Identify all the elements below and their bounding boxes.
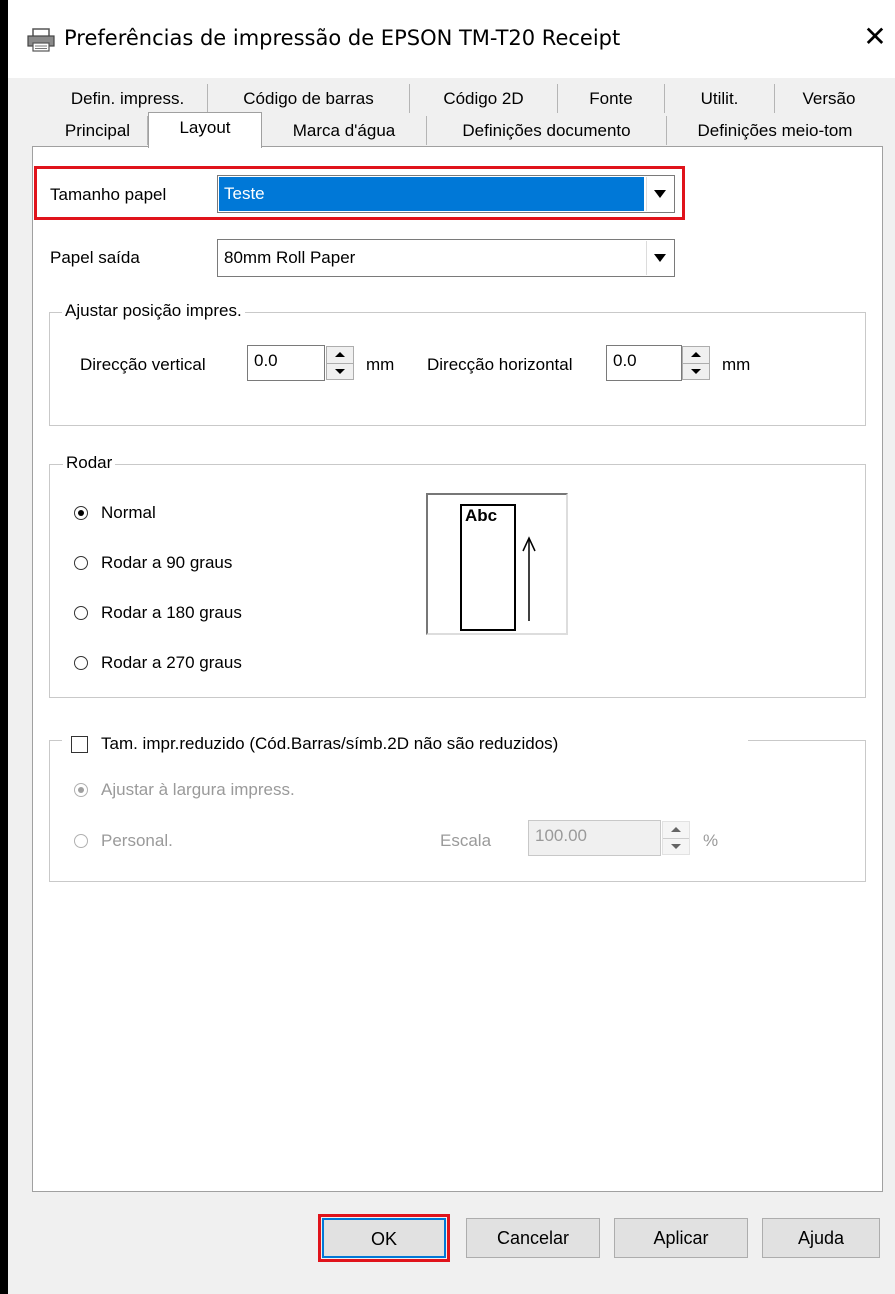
ok-button-highlight bbox=[318, 1214, 450, 1262]
apply-button[interactable]: Aplicar bbox=[614, 1218, 748, 1258]
radio-custom-label[interactable]: Personal. bbox=[101, 831, 173, 851]
horizontal-label: Direcção horizontal bbox=[427, 355, 573, 374]
scale-unit: % bbox=[703, 831, 719, 850]
radio-rotate-90-label[interactable]: Rodar a 90 graus bbox=[101, 553, 232, 573]
radio-fit-width[interactable] bbox=[74, 783, 88, 797]
tab-definicoes-meio-tom[interactable]: Definições meio-tom bbox=[667, 116, 883, 145]
rotation-preview: Abc bbox=[426, 493, 568, 635]
horizontal-unit: mm bbox=[722, 355, 751, 374]
paper-size-label: Tamanho papel bbox=[50, 185, 167, 204]
tab-utilit[interactable]: Utilit. bbox=[665, 84, 775, 113]
tab-codigo-de-barras[interactable]: Código de barras bbox=[208, 84, 410, 113]
tab-fonte[interactable]: Fonte bbox=[558, 84, 665, 113]
horizontal-input[interactable]: 0.0 bbox=[606, 345, 682, 381]
rotate-legend: Rodar bbox=[63, 453, 116, 473]
scale-input[interactable]: 100.00 bbox=[528, 820, 661, 856]
paper-output-value: 80mm Roll Paper bbox=[224, 248, 356, 267]
paper-output-label: Papel saída bbox=[50, 248, 140, 267]
tab-marca-dagua[interactable]: Marca d'água bbox=[262, 116, 427, 145]
chevron-down-icon[interactable] bbox=[646, 177, 673, 211]
arrow-up-icon bbox=[522, 536, 536, 621]
reduce-checkbox[interactable] bbox=[71, 736, 88, 753]
radio-rotate-180[interactable] bbox=[74, 606, 88, 620]
horizontal-spinner[interactable] bbox=[682, 346, 710, 380]
radio-rotate-90[interactable] bbox=[74, 556, 88, 570]
tab-defin-impress[interactable]: Defin. impress. bbox=[48, 84, 208, 113]
vertical-spinner[interactable] bbox=[326, 346, 354, 380]
vertical-label: Direcção vertical bbox=[80, 355, 206, 374]
radio-fit-width-label[interactable]: Ajustar à largura impress. bbox=[101, 780, 295, 800]
tab-definicoes-documento[interactable]: Definições documento bbox=[427, 116, 667, 145]
radio-normal-label[interactable]: Normal bbox=[101, 503, 156, 523]
radio-normal[interactable] bbox=[74, 506, 88, 520]
paper-size-value: Teste bbox=[224, 184, 265, 203]
radio-rotate-270[interactable] bbox=[74, 656, 88, 670]
reduce-checkbox-label[interactable]: Tam. impr.reduzido (Cód.Barras/símb.2D n… bbox=[101, 734, 558, 754]
scale-label: Escala bbox=[440, 831, 492, 850]
paper-output-dropdown[interactable]: 80mm Roll Paper bbox=[217, 239, 675, 277]
preview-text: Abc bbox=[465, 506, 498, 525]
printer-icon bbox=[26, 28, 56, 52]
cancel-button[interactable]: Cancelar bbox=[466, 1218, 600, 1258]
adjust-position-legend: Ajustar posição impres. bbox=[62, 301, 245, 321]
vertical-input[interactable]: 0.0 bbox=[247, 345, 325, 381]
scale-spinner[interactable] bbox=[662, 821, 690, 855]
tab-principal[interactable]: Principal bbox=[48, 116, 148, 145]
radio-rotate-270-label[interactable]: Rodar a 270 graus bbox=[101, 653, 242, 673]
paper-size-selection bbox=[219, 177, 644, 211]
help-button[interactable]: Ajuda bbox=[762, 1218, 880, 1258]
close-icon[interactable]: ✕ bbox=[862, 22, 888, 52]
chevron-down-icon[interactable] bbox=[646, 241, 673, 275]
tab-versao[interactable]: Versão bbox=[775, 84, 883, 113]
vertical-unit: mm bbox=[366, 355, 395, 374]
reduce-group bbox=[49, 740, 866, 882]
radio-custom[interactable] bbox=[74, 834, 88, 848]
paper-size-dropdown[interactable]: Teste bbox=[217, 175, 675, 213]
window-title: Preferências de impressão de EPSON TM-T2… bbox=[64, 26, 621, 50]
tab-layout[interactable]: Layout bbox=[148, 112, 262, 148]
tab-codigo-2d[interactable]: Código 2D bbox=[410, 84, 558, 113]
radio-rotate-180-label[interactable]: Rodar a 180 graus bbox=[101, 603, 242, 623]
